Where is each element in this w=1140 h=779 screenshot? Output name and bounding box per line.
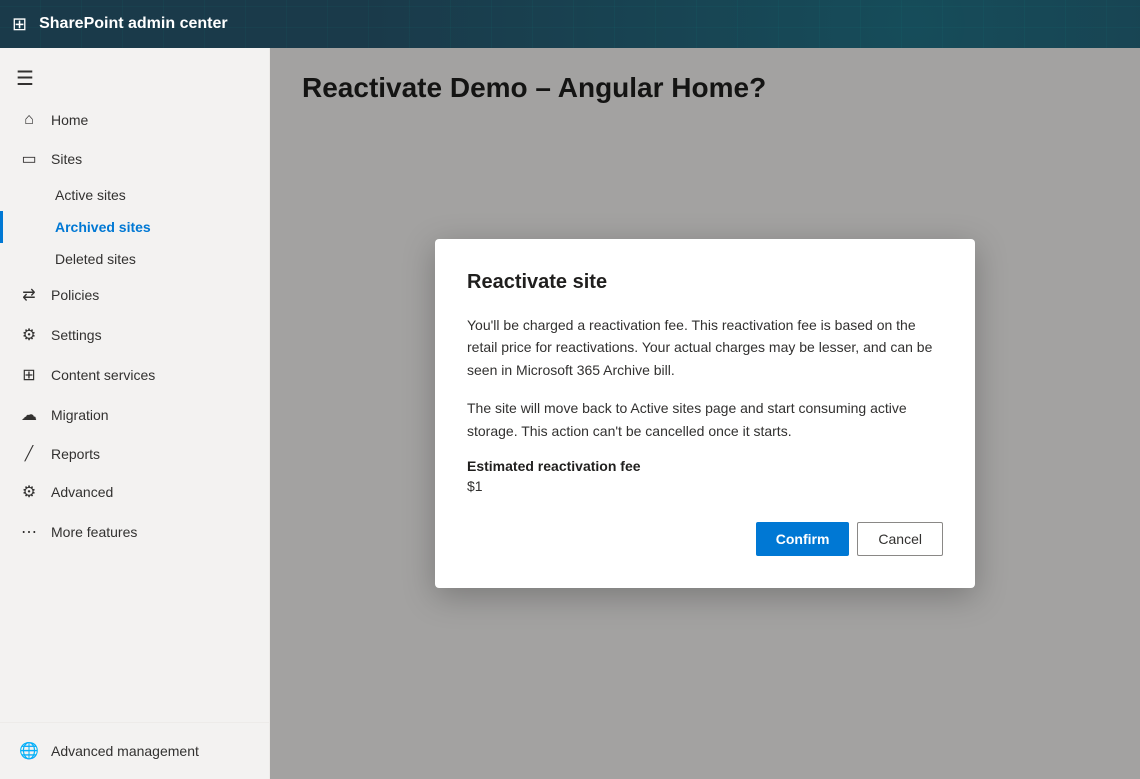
sidebar-item-advanced[interactable]: ⚙ Advanced [0, 472, 269, 512]
sidebar-item-migration[interactable]: ☁ Migration [0, 395, 269, 435]
cancel-button[interactable]: Cancel [857, 522, 943, 556]
sidebar-item-archived-sites[interactable]: Archived sites [0, 211, 269, 243]
sidebar-item-more-features[interactable]: ⋯ More features [0, 512, 269, 552]
dialog-title: Reactivate site [467, 271, 943, 294]
reactivate-dialog: Reactivate site You'll be charged a reac… [435, 239, 975, 588]
dialog-body: You'll be charged a reactivation fee. Th… [467, 314, 943, 442]
policies-icon: ⇄ [19, 285, 39, 305]
sidebar-item-policies[interactable]: ⇄ Policies [0, 275, 269, 315]
advanced-management-icon: 🌐 [19, 741, 39, 761]
top-header: ⊞ SharePoint admin center [0, 0, 1140, 48]
deleted-sites-label: Deleted sites [55, 251, 136, 267]
confirm-button[interactable]: Confirm [756, 522, 850, 556]
modal-overlay: Reactivate site You'll be charged a reac… [270, 48, 1140, 779]
sidebar-item-migration-label: Migration [51, 407, 109, 423]
dialog-body-para1: You'll be charged a reactivation fee. Th… [467, 314, 943, 381]
main-layout: ☰ ⌂ Home ▭ Sites Active sites Archived s… [0, 48, 1140, 779]
sidebar-item-settings[interactable]: ⚙ Settings [0, 315, 269, 355]
sidebar-item-active-sites[interactable]: Active sites [0, 179, 269, 211]
sidebar-item-advanced-label: Advanced [51, 484, 113, 500]
sidebar-item-advanced-management[interactable]: 🌐 Advanced management [0, 731, 269, 771]
active-sites-label: Active sites [55, 187, 126, 203]
main-content: Reactivate Demo – Angular Home? Reactiva… [270, 48, 1140, 779]
advanced-icon: ⚙ [19, 482, 39, 502]
sidebar-item-deleted-sites[interactable]: Deleted sites [0, 243, 269, 275]
sidebar-item-home-label: Home [51, 112, 88, 128]
sidebar-top: ☰ ⌂ Home ▭ Sites Active sites Archived s… [0, 48, 269, 560]
fee-value: $1 [467, 478, 943, 494]
content-services-icon: ⊞ [19, 365, 39, 385]
sidebar: ☰ ⌂ Home ▭ Sites Active sites Archived s… [0, 48, 270, 779]
sidebar-item-policies-label: Policies [51, 287, 99, 303]
fee-label: Estimated reactivation fee [467, 458, 943, 474]
sidebar-item-reports[interactable]: ╱ Reports [0, 435, 269, 472]
sidebar-item-content-services-label: Content services [51, 367, 155, 383]
waffle-icon[interactable]: ⊞ [12, 14, 27, 35]
dialog-body-para2: The site will move back to Active sites … [467, 397, 943, 442]
sidebar-item-advanced-management-label: Advanced management [51, 743, 199, 759]
more-features-icon: ⋯ [19, 522, 39, 542]
sidebar-item-settings-label: Settings [51, 327, 102, 343]
hamburger-icon: ☰ [16, 66, 34, 91]
sidebar-bottom: 🌐 Advanced management [0, 722, 269, 779]
dialog-actions: Confirm Cancel [467, 522, 943, 556]
archived-sites-label: Archived sites [55, 219, 151, 235]
sidebar-item-sites-label: Sites [51, 151, 82, 167]
sites-icon: ▭ [19, 149, 39, 169]
sidebar-item-content-services[interactable]: ⊞ Content services [0, 355, 269, 395]
settings-icon: ⚙ [19, 325, 39, 345]
app-title: SharePoint admin center [39, 15, 228, 33]
home-icon: ⌂ [19, 111, 39, 129]
hamburger-button[interactable]: ☰ [0, 56, 269, 101]
sidebar-item-sites[interactable]: ▭ Sites [0, 139, 269, 179]
sidebar-item-reports-label: Reports [51, 446, 100, 462]
sidebar-item-home[interactable]: ⌂ Home [0, 101, 269, 139]
sidebar-item-more-features-label: More features [51, 524, 137, 540]
reports-icon: ╱ [19, 445, 39, 462]
migration-icon: ☁ [19, 405, 39, 425]
